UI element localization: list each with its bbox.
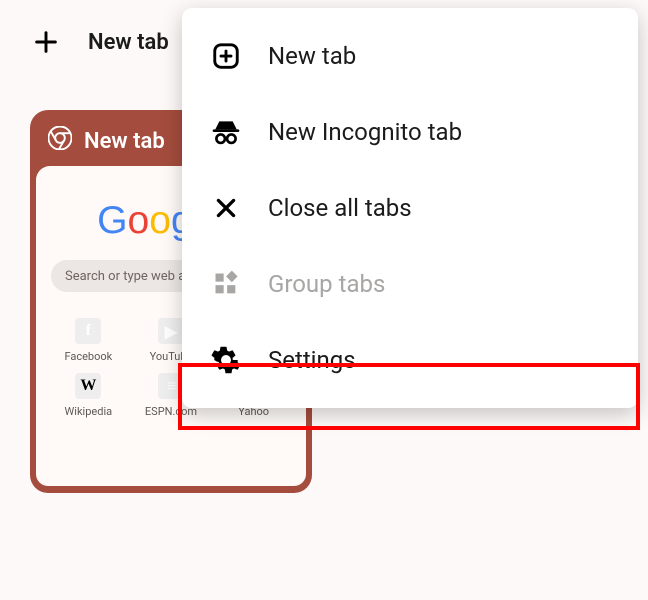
plus-icon[interactable]: [32, 28, 60, 56]
group-tabs-icon: [210, 268, 242, 300]
wikipedia-icon: W: [75, 373, 101, 399]
shortcut-facebook[interactable]: f Facebook: [50, 318, 127, 363]
close-icon: [210, 192, 242, 224]
chrome-icon: [48, 126, 72, 156]
new-tab-icon: [210, 40, 242, 72]
menu-item-label: Group tabs: [268, 270, 610, 298]
menu-item-close-all[interactable]: Close all tabs: [182, 170, 638, 246]
facebook-icon: f: [75, 318, 101, 344]
youtube-icon: ▶: [158, 318, 184, 344]
tab-card-title: New tab: [84, 129, 165, 154]
menu-item-label: New tab: [268, 42, 610, 70]
shortcut-label: Facebook: [64, 350, 112, 363]
shortcut-label: Wikipedia: [65, 405, 113, 418]
menu-item-label: New Incognito tab: [268, 118, 610, 146]
menu-item-label: Settings: [268, 346, 610, 374]
menu-item-new-tab[interactable]: New tab: [182, 18, 638, 94]
gear-icon: [210, 344, 242, 376]
shortcut-wikipedia[interactable]: W Wikipedia: [50, 373, 127, 418]
topbar-new-tab-label[interactable]: New tab: [88, 30, 169, 55]
menu-item-group-tabs: Group tabs: [182, 246, 638, 322]
topbar: New tab: [32, 28, 169, 56]
menu-item-settings[interactable]: Settings: [182, 322, 638, 398]
incognito-icon: [210, 116, 242, 148]
overflow-menu: New tab New Incognito tab Close all tabs: [182, 8, 638, 408]
menu-item-label: Close all tabs: [268, 194, 610, 222]
espn-icon: ≡: [158, 373, 184, 399]
menu-item-incognito[interactable]: New Incognito tab: [182, 94, 638, 170]
